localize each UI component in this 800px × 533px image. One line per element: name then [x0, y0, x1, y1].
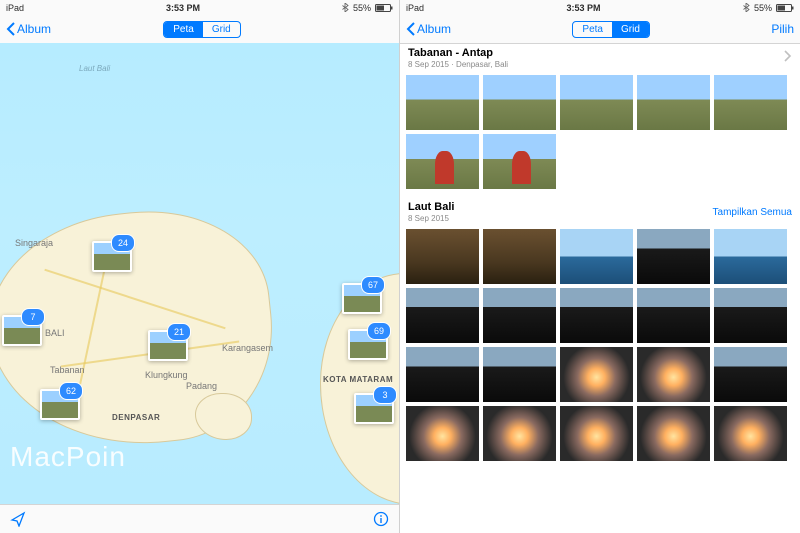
back-label: Album	[417, 22, 451, 36]
pin-count-badge: 69	[367, 322, 391, 340]
photo-thumbnail[interactable]	[560, 229, 633, 284]
photo-thumbnail[interactable]	[483, 406, 556, 461]
pin-count-badge: 21	[167, 323, 191, 341]
photo-thumbnail[interactable]	[714, 406, 787, 461]
pin-count-badge: 24	[111, 234, 135, 252]
back-label: Album	[17, 22, 51, 36]
place-label: BALI	[45, 328, 65, 338]
place-label: Singaraja	[15, 238, 53, 248]
status-time: 3:53 PM	[166, 3, 200, 13]
place-label: DENPASAR	[112, 413, 160, 422]
status-time: 3:53 PM	[566, 3, 600, 13]
show-all-link[interactable]: Tampilkan Semua	[713, 207, 792, 218]
status-battery: 55%	[754, 3, 772, 13]
photo-thumbnail[interactable]	[406, 406, 479, 461]
photo-thumbnail[interactable]	[483, 229, 556, 284]
battery-icon	[776, 4, 794, 12]
photo-thumbnail[interactable]	[406, 288, 479, 343]
photo-pin[interactable]: 3	[354, 393, 390, 424]
photo-thumbnail[interactable]	[637, 75, 710, 130]
nav-bar: Album Peta Grid Pilih	[400, 15, 800, 44]
photo-grid	[406, 75, 794, 189]
battery-icon	[375, 4, 393, 12]
segment-map[interactable]: Peta	[573, 22, 612, 37]
photo-thumbnail[interactable]	[637, 229, 710, 284]
view-segment: Peta Grid	[163, 21, 240, 38]
photo-thumbnail[interactable]	[714, 288, 787, 343]
photo-thumbnail[interactable]	[714, 75, 787, 130]
photo-pin[interactable]: 7	[2, 315, 38, 346]
chevron-left-icon	[406, 22, 415, 36]
pane-map: iPad 3:53 PM 55% Album Peta Grid	[0, 0, 400, 533]
photo-thumbnail[interactable]	[714, 347, 787, 402]
section-subtitle: 8 Sep 2015	[408, 214, 454, 223]
photo-thumbnail[interactable]	[714, 229, 787, 284]
status-right: 55%	[342, 3, 393, 13]
section-header[interactable]: Laut Bali8 Sep 2015 Tampilkan Semua	[406, 197, 794, 225]
photo-pin[interactable]: 21	[148, 330, 184, 361]
place-label: KOTA MATARAM	[323, 375, 393, 384]
photo-pin[interactable]: 69	[348, 329, 384, 360]
info-icon[interactable]	[373, 511, 389, 527]
photo-thumbnail[interactable]	[560, 347, 633, 402]
status-right: 55%	[743, 3, 794, 13]
location-arrow-icon[interactable]	[10, 511, 26, 527]
photo-thumbnail[interactable]	[637, 288, 710, 343]
screenshot: iPad 3:53 PM 55% Album Peta Grid	[0, 0, 800, 533]
back-button[interactable]: Album	[6, 22, 51, 36]
select-button[interactable]: Pilih	[771, 22, 794, 36]
photo-thumbnail[interactable]	[406, 75, 479, 130]
status-bar: iPad 3:53 PM 55%	[400, 0, 800, 15]
photo-thumbnail[interactable]	[483, 134, 556, 189]
section-title: Tabanan - Antap	[408, 47, 508, 59]
pin-count-badge: 67	[361, 276, 385, 294]
back-button[interactable]: Album	[406, 22, 451, 36]
photo-thumbnail[interactable]	[560, 406, 633, 461]
segment-map[interactable]: Peta	[164, 22, 203, 37]
section-header[interactable]: Tabanan - Antap8 Sep 2015 · Denpasar, Ba…	[406, 43, 794, 71]
photo-grid-scroll[interactable]: Tabanan - Antap8 Sep 2015 · Denpasar, Ba…	[400, 43, 800, 533]
view-segment: Peta Grid	[572, 21, 649, 38]
pin-count-badge: 7	[21, 308, 45, 326]
photo-thumbnail[interactable]	[560, 288, 633, 343]
section-title: Laut Bali	[408, 201, 454, 213]
photo-thumbnail[interactable]	[483, 347, 556, 402]
place-label: Tabanan	[50, 365, 85, 375]
segment-grid[interactable]: Grid	[612, 22, 649, 37]
map-toolbar	[0, 504, 399, 533]
photo-thumbnail[interactable]	[483, 288, 556, 343]
photo-thumbnail[interactable]	[406, 347, 479, 402]
status-battery: 55%	[353, 3, 371, 13]
section-subtitle: 8 Sep 2015 · Denpasar, Bali	[408, 60, 508, 69]
place-label: Padang	[186, 381, 217, 391]
place-label: Karangasem	[222, 343, 273, 353]
pin-count-badge: 3	[373, 386, 397, 404]
map-canvas[interactable]: Laut Bali Singaraja BALI Tabanan Klungkung K…	[0, 43, 399, 505]
photo-grid	[406, 229, 794, 461]
water-label: Laut Bali	[79, 64, 110, 73]
bluetooth-icon	[342, 3, 349, 12]
chevron-left-icon	[6, 22, 15, 36]
place-label: Klungkung	[145, 370, 188, 380]
photo-thumbnail[interactable]	[406, 134, 479, 189]
nav-bar: Album Peta Grid	[0, 15, 399, 44]
photo-thumbnail[interactable]	[483, 75, 556, 130]
photo-pin[interactable]: 67	[342, 283, 378, 314]
segment-grid[interactable]: Grid	[203, 22, 240, 37]
status-device: iPad	[406, 3, 424, 13]
photo-thumbnail[interactable]	[406, 229, 479, 284]
pin-count-badge: 62	[59, 382, 83, 400]
photo-thumbnail[interactable]	[637, 406, 710, 461]
bluetooth-icon	[743, 3, 750, 12]
photo-thumbnail[interactable]	[560, 75, 633, 130]
status-bar: iPad 3:53 PM 55%	[0, 0, 399, 15]
photo-thumbnail[interactable]	[637, 347, 710, 402]
pane-grid: iPad 3:53 PM 55% Album Peta Grid Pilih T…	[400, 0, 800, 533]
photo-pin[interactable]: 24	[92, 241, 128, 272]
photo-pin[interactable]: 62	[40, 389, 76, 420]
watermark: MacPoin	[10, 441, 126, 473]
status-device: iPad	[6, 3, 24, 13]
chevron-right-icon	[784, 49, 792, 67]
